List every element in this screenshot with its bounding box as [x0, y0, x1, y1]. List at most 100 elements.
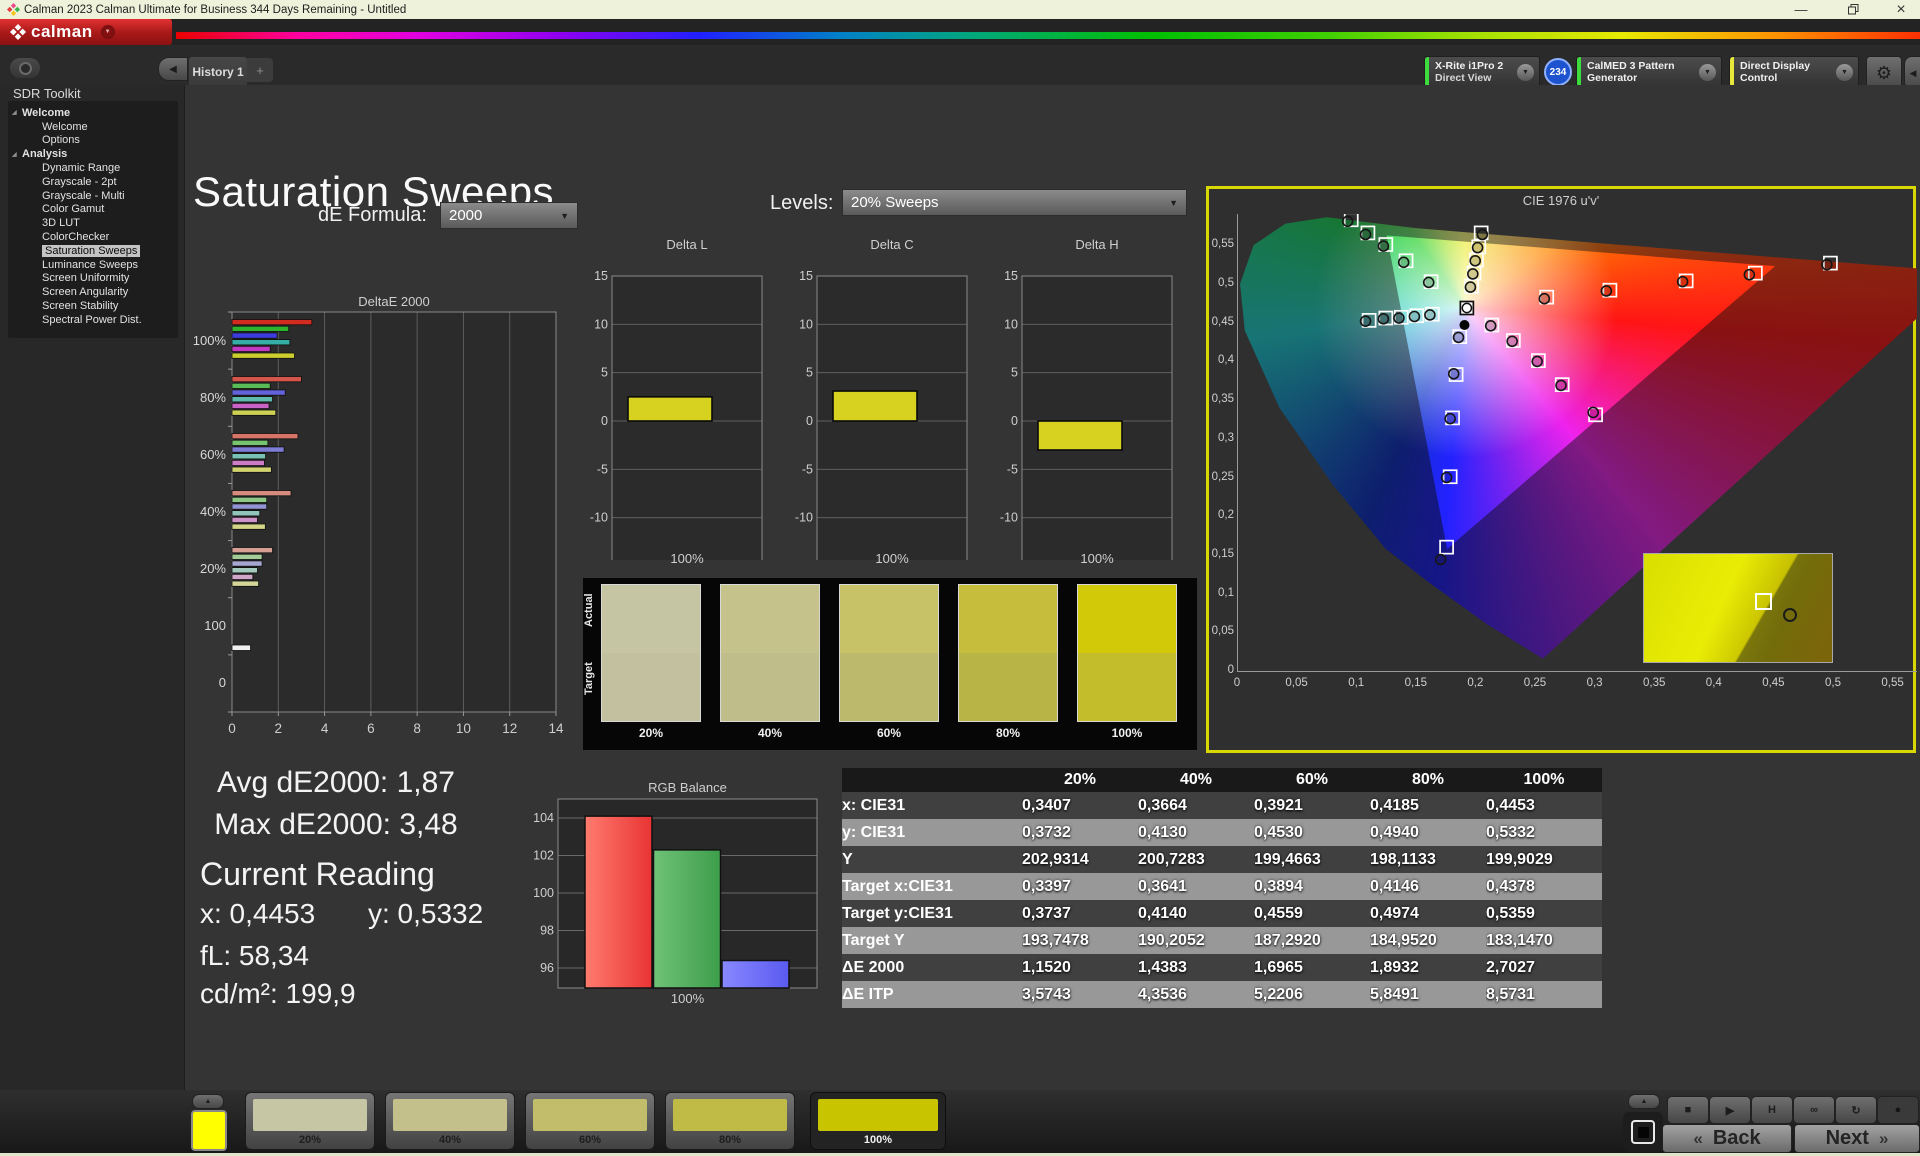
stop-button[interactable]: ■: [1667, 1096, 1709, 1124]
restore-button[interactable]: [1838, 0, 1868, 19]
sidebar-item-colorchecker[interactable]: ColorChecker: [8, 230, 178, 244]
swatch-column-label: 20%: [638, 726, 664, 740]
workspace-button[interactable]: [10, 58, 40, 78]
sidebar-item-grayscale-2pt[interactable]: Grayscale - 2pt: [8, 175, 178, 189]
svg-text:-5: -5: [597, 462, 608, 476]
sidebar-item-label: Grayscale - Multi: [42, 189, 125, 202]
pattern-expand-button[interactable]: ▲: [192, 1094, 224, 1109]
svg-text:8: 8: [413, 721, 421, 736]
target-row-label: Target: [583, 662, 595, 695]
sidebar-item-luminance-sweeps[interactable]: Luminance Sweeps: [8, 258, 178, 272]
add-tab-button[interactable]: +: [247, 58, 273, 82]
transport-expand-button[interactable]: ▲: [1628, 1094, 1660, 1109]
row-value: 0,5359: [1486, 900, 1602, 927]
record-button[interactable]: ●: [1877, 1096, 1919, 1124]
sidebar-item-saturation-sweeps[interactable]: Saturation Sweeps: [8, 244, 178, 258]
sidebar-item-welcome[interactable]: Welcome: [8, 120, 178, 134]
cie-x-tick: 0,5: [1825, 677, 1841, 689]
pattern-level-color: [533, 1099, 647, 1131]
measured-point-cyan: [1359, 315, 1372, 327]
cie-y-tick: 0,05: [1211, 625, 1234, 638]
svg-text:100%: 100%: [193, 333, 227, 348]
loop-button[interactable]: ∞: [1793, 1096, 1835, 1124]
sidebar-item-screen-uniformity[interactable]: Screen Uniformity: [8, 272, 178, 286]
refresh-button[interactable]: ↻: [1835, 1096, 1877, 1124]
pattern-level-button-40[interactable]: 40%: [385, 1092, 515, 1150]
delta-c-chart[interactable]: 15 10 5 0 -5 -10 -15: [783, 250, 983, 573]
display-control-dropdown-icon[interactable]: ▼: [1836, 63, 1853, 81]
sidebar-item-analysis[interactable]: ◢ Analysis: [8, 147, 178, 161]
table-row-y-cie31: y: CIE31 0,3732 0,4130 0,4530 0,4940 0,5332: [842, 819, 1602, 846]
pattern-generator-button[interactable]: CalMED 3 Pattern Generator ▼: [1576, 56, 1722, 88]
row-value: 2,7027: [1486, 954, 1602, 981]
rgb-balance-xlabel: 100%: [670, 991, 705, 1006]
row-value: 1,6965: [1254, 954, 1370, 981]
sidebar-collapse-button[interactable]: ◀: [158, 57, 188, 81]
sidebar-item-welcome[interactable]: ◢ Welcome: [8, 106, 178, 120]
table-header-cell: 60%: [1254, 768, 1370, 792]
swatch-cell-20: [601, 584, 701, 722]
cie-y-tick: 0,45: [1211, 315, 1234, 328]
step-icon: H: [1768, 1104, 1776, 1116]
sidebar-item-label: Screen Angularity: [42, 286, 129, 299]
sidebar-item-color-gamut[interactable]: Color Gamut: [8, 203, 178, 217]
logo-dropdown-icon[interactable]: ▼: [100, 25, 115, 39]
table-row-e-itp: ΔE ITP 3,5743 4,3536 5,2206 5,8491 8,5731: [842, 981, 1602, 1008]
row-label: ΔE 2000: [842, 954, 1022, 981]
sidebar-item-label: Spectral Power Dist.: [42, 313, 142, 326]
back-arrow-icon: «: [1693, 1128, 1703, 1148]
display-control-label: Direct Display Control: [1740, 60, 1811, 84]
svg-text:-5: -5: [1007, 462, 1018, 476]
close-button[interactable]: ×: [1886, 0, 1916, 19]
sidebar-item-dynamic-range[interactable]: Dynamic Range: [8, 161, 178, 175]
delta-l-chart[interactable]: 15 10 5 0 -5 -10 -15: [578, 250, 778, 573]
calman-menu-button[interactable]: calman ▼: [0, 19, 172, 45]
pattern-level-button-80[interactable]: 80%: [665, 1092, 795, 1150]
delta-h-chart[interactable]: 15 10 5 0 -5 -10 -15: [988, 250, 1188, 573]
sidebar-item-screen-angularity[interactable]: Screen Angularity: [8, 285, 178, 299]
rgb-balance-chart[interactable]: 96 98 100 102 104: [520, 780, 840, 1000]
pattern-level-button-20[interactable]: 20%: [245, 1092, 375, 1150]
row-value: 199,9029: [1486, 846, 1602, 873]
levels-dropdown[interactable]: 20% Sweeps ▼: [842, 189, 1187, 216]
de-formula-value: 2000: [449, 207, 483, 224]
active-pattern-swatch[interactable]: [191, 1110, 227, 1151]
de-formula-dropdown[interactable]: 2000 ▼: [440, 202, 578, 229]
back-button[interactable]: « Back: [1662, 1124, 1792, 1153]
meter-device-button[interactable]: X-Rite i1Pro 2 Direct View ▼: [1424, 56, 1540, 88]
pattern-level-button-100[interactable]: 100%: [810, 1092, 946, 1150]
measured-point-green: [1341, 215, 1354, 228]
pattern-level-color: [253, 1099, 367, 1131]
deltae-2000-chart[interactable]: 0 2 4 6 8 10 12 14 100% 80% 60% 40% 20% 100 0: [160, 292, 580, 752]
tab-history-1[interactable]: History 1: [188, 56, 248, 86]
sidebar-item-options[interactable]: Options: [8, 134, 178, 148]
minimize-button[interactable]: —: [1786, 0, 1816, 19]
cie-x-tick: 0,25: [1523, 677, 1547, 689]
row-value: 202,9314: [1022, 846, 1138, 873]
pattern-window-button[interactable]: [1623, 1112, 1663, 1152]
step-button[interactable]: H: [1751, 1096, 1793, 1124]
pattern-level-button-60[interactable]: 60%: [525, 1092, 655, 1150]
next-button[interactable]: Next »: [1794, 1124, 1920, 1153]
cie-1976-chart[interactable]: CIE 1976 u'v' 0 0,05 0,1 0,15 0,2 0,25 0,3 0,35…: [1206, 186, 1917, 753]
measured-point-red: [1600, 285, 1613, 297]
play-button[interactable]: ▶: [1709, 1096, 1751, 1124]
cie-y-tick: 0,5: [1218, 277, 1234, 289]
sidebar-item-3d-lut[interactable]: 3D LUT: [8, 216, 178, 230]
row-value: 0,5332: [1486, 819, 1602, 846]
table-header-cell: 100%: [1486, 768, 1602, 792]
tree-expander-icon[interactable]: ◢: [12, 151, 22, 158]
svg-text:102: 102: [533, 849, 554, 863]
sidebar-item-screen-stability[interactable]: Screen Stability: [8, 299, 178, 313]
sidebar-item-grayscale-multi[interactable]: Grayscale - Multi: [8, 189, 178, 203]
actual-target-swatch-strip[interactable]: Actual Target 20% 40% 60% 80% 100%: [583, 578, 1197, 750]
sidebar-item-spectral-power-dist[interactable]: Spectral Power Dist.: [8, 313, 178, 327]
pattern-generator-dropdown-icon[interactable]: ▼: [1699, 63, 1716, 81]
meter-dropdown-icon[interactable]: ▼: [1517, 63, 1534, 81]
tree-expander-icon[interactable]: ◢: [12, 109, 22, 116]
display-control-button[interactable]: Direct Display Control ▼: [1729, 56, 1859, 88]
pattern-window-icon: [1631, 1120, 1655, 1144]
results-table[interactable]: 20% 40% 60% 80% 100% x: CIE31 0,3407 0,3664 0,39…: [842, 768, 1602, 1008]
meter-count-badge[interactable]: 234: [1544, 58, 1572, 86]
target-swatch: [1078, 653, 1176, 721]
